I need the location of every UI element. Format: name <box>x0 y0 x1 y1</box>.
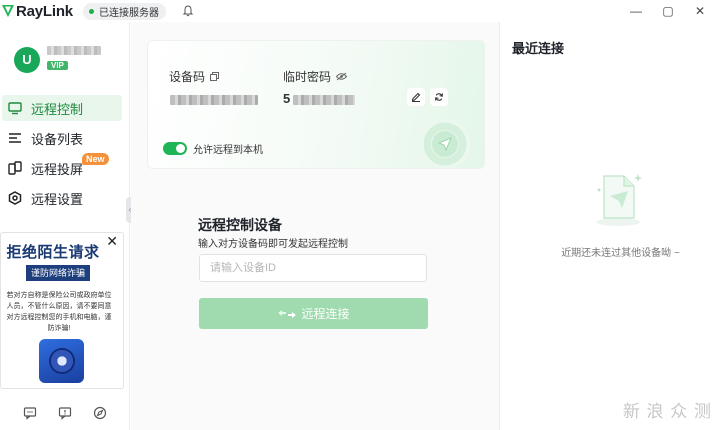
recent-connections-title: 最近连接 <box>512 41 565 56</box>
device-code-label: 设备码 <box>169 68 220 85</box>
sidebar-item-label: 远程设置 <box>31 191 84 207</box>
compass-icon[interactable] <box>93 406 107 420</box>
remote-connect-label: 远程连接 <box>301 307 350 321</box>
main-panel: 设备码 临时密码 5 允许远程到本机 远程控制设备 输入对方设备码即可发起远程控… <box>131 22 499 430</box>
device-code-masked <box>170 95 258 105</box>
user-meta: VIP <box>47 46 101 73</box>
sidebar: U VIP 远程控制 设备列表 远程投屏 New 远程设置 ✕ 拒绝陌生请求 谨… <box>0 22 130 430</box>
close-button[interactable]: ✕ <box>684 0 716 22</box>
empty-state-text: 近期还未连过其他设备呦 ~ <box>561 248 680 259</box>
watermark: 新 浪 众 测 <box>622 402 712 421</box>
sidebar-item-device-list[interactable]: 设备列表 <box>2 125 122 151</box>
avatar[interactable]: U <box>14 46 40 73</box>
connection-status-badge[interactable]: 已连接服务器 <box>82 2 166 20</box>
temp-password-masked <box>293 95 355 105</box>
sidebar-footer <box>0 406 130 420</box>
copy-icon[interactable] <box>210 72 220 81</box>
app-logo: RayLink <box>2 3 73 20</box>
feedback-icon[interactable] <box>58 406 72 420</box>
remote-connect-button[interactable]: 远程连接 <box>199 298 428 329</box>
remote-control-description: 输入对方设备码即可发起远程控制 <box>198 239 348 250</box>
banner-text: 若对方自称是保险公司或政府单位人员，不管什么原因，请不要同意对方远程控制您的手机… <box>6 292 112 332</box>
chat-icon[interactable] <box>23 406 37 420</box>
temp-password-label-text: 临时密码 <box>283 70 332 84</box>
title-bar: RayLink 已连接服务器 — ▢ ✕ <box>0 0 720 22</box>
sidebar-item-remote-control[interactable]: 远程控制 <box>2 95 122 121</box>
sidebar-item-label: 设备列表 <box>31 131 84 147</box>
banner-title: 拒绝陌生请求 <box>6 244 100 261</box>
decorative-send-icon <box>420 119 470 168</box>
connection-status-text: 已连接服务器 <box>98 7 159 19</box>
empty-document-icon <box>596 174 642 226</box>
eye-icon[interactable] <box>336 72 348 81</box>
paper-plane-icon <box>438 137 452 151</box>
edit-password-button[interactable] <box>407 88 425 106</box>
refresh-icon <box>435 93 443 101</box>
temp-password-label: 临时密码 <box>283 68 348 85</box>
device-code-label-text: 设备码 <box>169 70 206 84</box>
monitor-icon <box>8 102 22 115</box>
pencil-icon <box>411 92 421 102</box>
sidebar-item-remote-settings[interactable]: 远程设置 <box>2 185 122 211</box>
new-badge: New <box>82 153 109 165</box>
maximize-button[interactable]: ▢ <box>652 0 684 22</box>
vip-badge: VIP <box>47 61 68 70</box>
refresh-password-button[interactable] <box>430 88 448 106</box>
list-icon <box>9 133 21 143</box>
recent-connections-panel: 最近连接 近期还未连过其他设备呦 ~ 新 浪 众 测 <box>499 22 720 430</box>
sidebar-item-label: 远程投屏 <box>31 161 84 177</box>
username-masked <box>47 46 101 55</box>
raylink-logo-icon <box>2 5 14 17</box>
remote-control-title: 远程控制设备 <box>198 217 282 233</box>
sidebar-nav: 远程控制 设备列表 远程投屏 New 远程设置 <box>0 95 122 215</box>
window-controls: — ▢ ✕ <box>620 0 716 22</box>
connect-arrows-icon <box>278 309 297 318</box>
settings-hexagon-icon <box>8 191 22 205</box>
anti-fraud-banner[interactable]: ✕ 拒绝陌生请求 谨防网络诈骗 若对方自称是保险公司或政府单位人员，不管什么原因… <box>0 232 124 389</box>
screen-cast-icon <box>8 161 22 175</box>
app-name: RayLink <box>16 2 73 20</box>
minimize-button[interactable]: — <box>620 0 652 22</box>
banner-close-icon[interactable]: ✕ <box>106 233 118 250</box>
temp-password-prefix: 5 <box>283 91 291 106</box>
banner-subtitle: 谨防网络诈骗 <box>26 265 90 281</box>
allow-remote-toggle[interactable] <box>163 142 187 155</box>
police-badge-icon <box>39 339 84 383</box>
status-dot-icon <box>88 8 94 14</box>
sidebar-item-screen-cast[interactable]: 远程投屏 New <box>2 153 122 181</box>
user-profile[interactable]: U VIP <box>14 46 101 73</box>
device-info-card: 设备码 临时密码 5 允许远程到本机 <box>147 40 485 169</box>
device-id-input[interactable] <box>199 254 427 282</box>
allow-remote-label: 允许远程到本机 <box>193 145 263 156</box>
sidebar-item-label: 远程控制 <box>31 101 84 117</box>
bell-icon[interactable] <box>182 5 194 17</box>
